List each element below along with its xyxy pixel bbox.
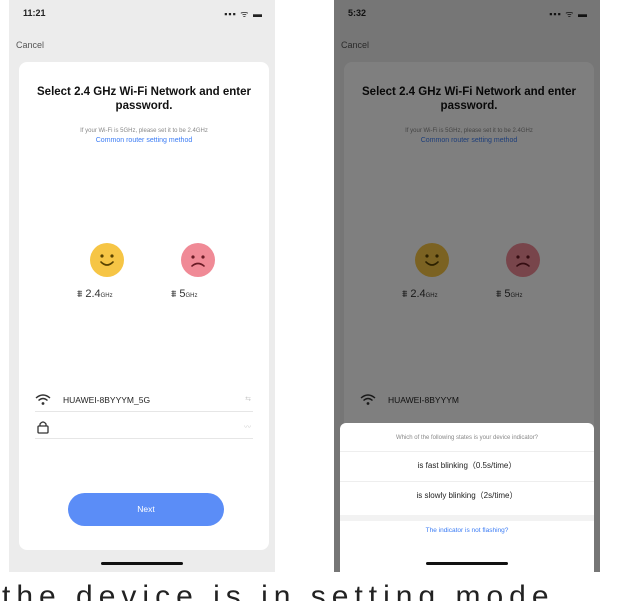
password-field[interactable]: 〰 <box>35 417 253 439</box>
band-value: 2.4 <box>85 288 101 300</box>
status-icons: ▪▪▪ ᯤ ▬ <box>224 9 263 19</box>
wifi-icon <box>35 394 51 405</box>
right-phone-screen: 5:32 ▪▪▪ ᯤ ▬ Cancel Select 2.4 GHz Wi-Fi… <box>334 0 600 572</box>
lock-icon <box>37 421 49 434</box>
router-icon: ⩩ <box>171 289 177 300</box>
show-password-icon[interactable]: 〰 <box>244 422 251 432</box>
cancel-link[interactable]: Cancel <box>16 40 44 50</box>
band-unit: GHz <box>100 293 113 299</box>
not-flashing-link[interactable]: The indicator is not flashing? <box>340 527 594 534</box>
home-indicator <box>426 562 508 565</box>
slow-blinking-option[interactable]: is slowly blinking（2s/time） <box>340 481 594 511</box>
indicator-state-sheet: Which of the following states is your de… <box>340 423 594 572</box>
status-bar: 11:21 ▪▪▪ ᯤ ▬ <box>9 6 275 22</box>
status-time: 11:21 <box>23 8 46 18</box>
wifi-name-value: HUAWEI-8BYYYM_5G <box>63 395 151 405</box>
caption-text: the device is in setting mode <box>2 582 555 601</box>
home-indicator <box>101 562 183 565</box>
divider <box>35 438 253 439</box>
cropped-caption: the device is in setting mode <box>0 582 643 601</box>
sheet-question: Which of the following states is your de… <box>395 435 539 441</box>
divider <box>35 411 253 412</box>
wifi-network-field[interactable]: HUAWEI-8BYYYM_5G ⇆ <box>35 390 253 412</box>
router-setting-link[interactable]: Common router setting method <box>25 137 263 144</box>
wifi-hint-text: If your Wi-Fi is 5GHz, please set it to … <box>80 128 208 134</box>
smile-face-icon <box>90 243 124 277</box>
next-button[interactable]: Next <box>68 493 224 526</box>
band-2-4ghz-label: ⩩2.4GHz <box>77 288 113 300</box>
switch-network-icon[interactable]: ⇆ <box>245 395 251 403</box>
band-unit: GHz <box>185 293 198 299</box>
wifi-setup-card: Select 2.4 GHz Wi-Fi Network and enter p… <box>19 62 269 550</box>
router-icon: ⩩ <box>77 289 83 300</box>
left-phone-screen: 11:21 ▪▪▪ ᯤ ▬ Cancel Select 2.4 GHz Wi-F… <box>9 0 275 572</box>
band-5ghz-label: ⩩5GHz <box>171 288 197 300</box>
divider <box>340 515 594 521</box>
sad-face-icon <box>181 243 215 277</box>
fast-blinking-option[interactable]: is fast blinking（0.5s/time） <box>340 451 594 481</box>
page-title: Select 2.4 GHz Wi-Fi Network and enter p… <box>37 86 251 112</box>
